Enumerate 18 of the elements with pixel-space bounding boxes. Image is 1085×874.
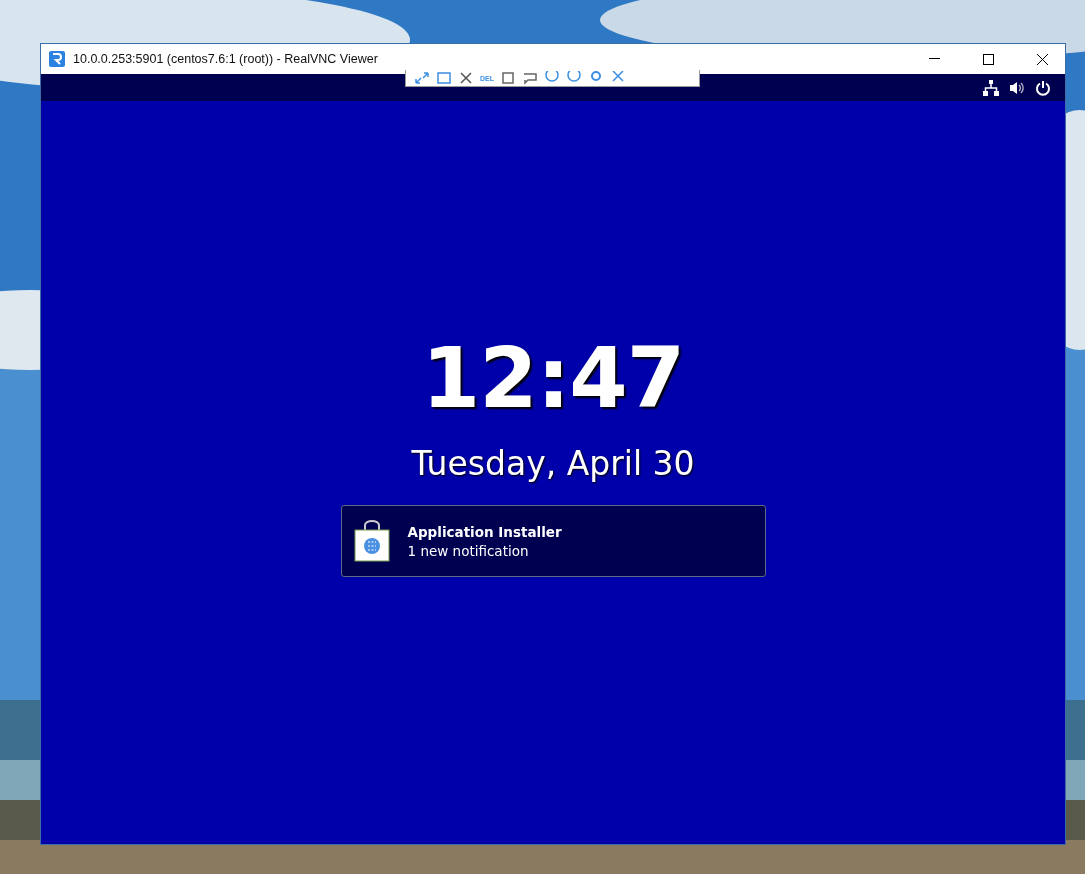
app-logo-icon xyxy=(49,51,65,67)
close-icon xyxy=(1036,53,1048,65)
maximize-icon xyxy=(982,53,994,65)
notification-text: 1 new notification xyxy=(407,542,530,559)
chat-icon[interactable] xyxy=(522,71,538,85)
file-icon[interactable] xyxy=(500,71,516,85)
window-title: 10.0.0.253:5901 (centos7.6:1 (root)) - RealVNC Viewer xyxy=(73,52,379,66)
notification-card[interactable]: Application Installer 1 new notification xyxy=(340,505,766,577)
power-icon[interactable] xyxy=(1035,79,1051,96)
volume-icon[interactable] xyxy=(1009,79,1025,96)
clock-time: 12:47 xyxy=(421,336,685,420)
notification-title: Application Installer xyxy=(407,523,562,540)
clock-date: Tuesday, April 30 xyxy=(411,444,695,483)
resize-icon[interactable] xyxy=(414,71,430,85)
shopping-bag-icon xyxy=(353,520,390,562)
network-icon[interactable] xyxy=(983,79,999,96)
minimize-icon xyxy=(928,58,940,60)
screen-icon[interactable] xyxy=(436,71,452,85)
